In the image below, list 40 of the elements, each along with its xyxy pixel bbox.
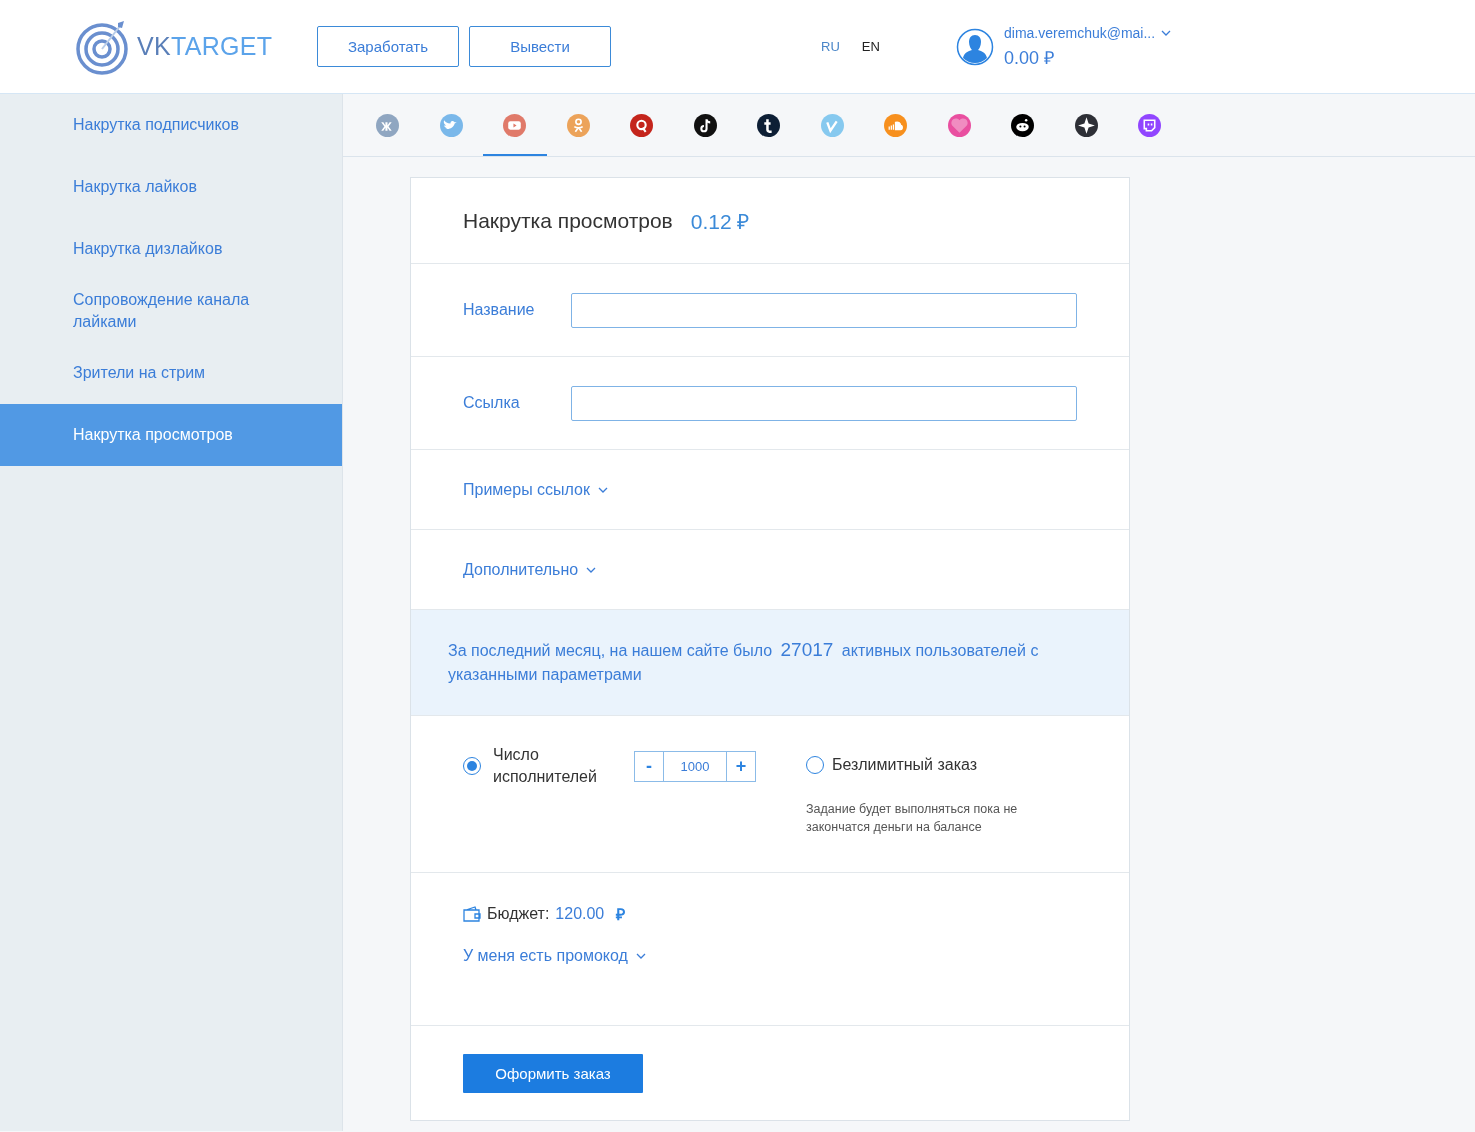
chevron-icon bbox=[598, 486, 608, 493]
language-link[interactable]: EN bbox=[861, 39, 880, 54]
language-link[interactable]: RU bbox=[821, 39, 840, 54]
input-field[interactable] bbox=[571, 292, 1077, 328]
currency-sign: ₽ bbox=[616, 905, 626, 925]
sidebar-item[interactable]: Сопровождение канала лайками bbox=[0, 280, 342, 342]
form-title: Накрутка просмотров bbox=[463, 208, 673, 233]
logo-text: VKTARGET bbox=[137, 32, 273, 61]
option-note: Задание будет выполняться пока не закончатся деньги на балансе bbox=[806, 801, 1019, 836]
sidebar-item[interactable]: Накрутка просмотров bbox=[0, 404, 342, 466]
input-field[interactable] bbox=[571, 385, 1077, 421]
account-balance: 0.00 ₽ bbox=[1004, 46, 1056, 69]
target-logo-icon bbox=[75, 18, 129, 75]
avatar-icon[interactable] bbox=[956, 27, 994, 66]
budget-label: Бюджет: bbox=[487, 905, 550, 923]
field-label: Название bbox=[463, 301, 536, 319]
promo-code-link[interactable]: У меня есть промокод bbox=[463, 947, 646, 965]
price-text: 0.12 ₽ bbox=[690, 208, 750, 235]
plus-button[interactable]: + bbox=[726, 750, 756, 782]
account-email[interactable]: dima.veremchuk@mai... bbox=[1004, 24, 1172, 41]
sidebar-item[interactable]: Накрутка подписчиков bbox=[0, 94, 342, 156]
sidebar-item[interactable]: Накрутка лайков bbox=[0, 156, 342, 218]
expand-link[interactable]: Дополнительно bbox=[463, 560, 597, 579]
minus-button[interactable]: - bbox=[634, 750, 664, 782]
header-button[interactable]: Заработать bbox=[317, 26, 459, 67]
chevron-icon bbox=[586, 566, 597, 573]
expand-link[interactable]: Примеры ссылок bbox=[463, 480, 608, 499]
chevron-icon bbox=[1161, 29, 1172, 36]
chevron-icon bbox=[635, 953, 646, 959]
budget-amount: 120.00 bbox=[555, 905, 605, 923]
sidebar-item[interactable]: Накрутка дизлайков bbox=[0, 218, 342, 280]
submit-button[interactable]: Оформить заказ bbox=[463, 1053, 643, 1093]
header-button[interactable]: Вывести bbox=[469, 26, 611, 67]
sidebar-item[interactable]: Зрители на стрим bbox=[0, 342, 342, 404]
wallet-icon bbox=[463, 906, 481, 922]
option-label: Число исполнителей bbox=[493, 745, 598, 787]
info-text: За последний месяц, на нашем сайте было 27017 активных пользователей с указанными параметрами bbox=[448, 638, 1040, 685]
quantity-field[interactable]: 1000 bbox=[664, 750, 726, 782]
option-label: Безлимитный заказ bbox=[832, 755, 978, 775]
field-label: Ссылка bbox=[463, 394, 521, 412]
